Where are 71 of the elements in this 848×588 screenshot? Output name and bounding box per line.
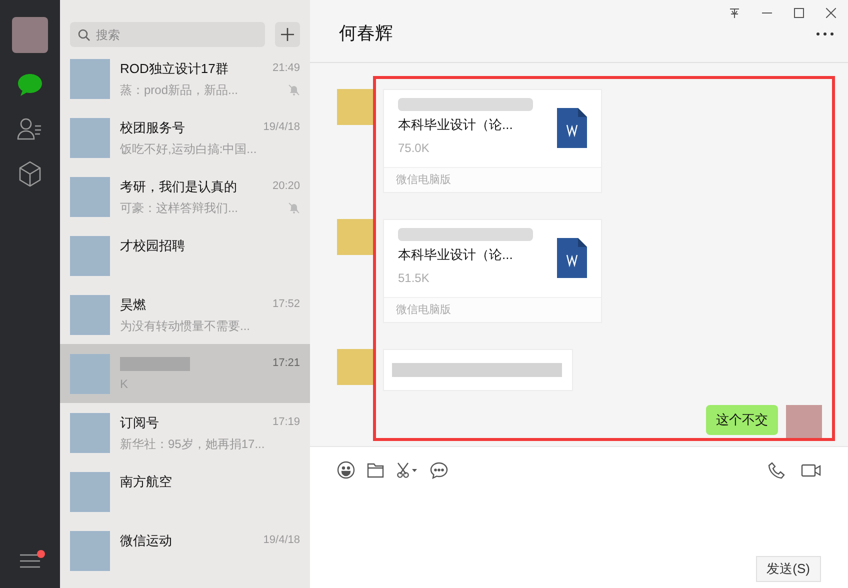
avatar xyxy=(337,219,373,255)
more-icon[interactable] xyxy=(816,32,834,36)
avatar xyxy=(337,349,373,385)
scissors-icon[interactable] xyxy=(396,462,418,478)
chat-list-item[interactable]: 考研，我们是认真的 20:20 可豪：这样答辩我们... xyxy=(60,167,310,226)
emoji-icon[interactable] xyxy=(337,461,355,479)
avatar xyxy=(70,236,110,276)
chat-list-item[interactable]: 南方航空 xyxy=(60,462,310,521)
word-document-icon xyxy=(557,238,587,278)
time: 20:20 xyxy=(272,179,300,194)
time: 21:49 xyxy=(272,61,300,76)
close-icon[interactable] xyxy=(826,8,836,18)
chat-name: 微信运动 xyxy=(120,532,172,550)
search-icon xyxy=(78,29,90,41)
file-name: 本科毕业设计（论... xyxy=(398,246,514,264)
menu-icon[interactable] xyxy=(20,554,40,568)
maximize-icon[interactable] xyxy=(794,8,804,18)
folder-icon[interactable] xyxy=(367,462,384,478)
chat-list-item[interactable]: 订阅号 17:19 新华社：95岁，她再捐17... xyxy=(60,403,310,462)
time: 19/4/18 xyxy=(263,120,300,136)
chat-icon[interactable] xyxy=(17,73,43,97)
avatar xyxy=(70,118,110,158)
chat-list-item[interactable]: ROD独立设计17群 21:49 蒸：prod新品，新品... xyxy=(60,49,310,108)
chat-name: 昊燃 xyxy=(120,296,146,314)
avatar xyxy=(70,354,110,394)
avatar xyxy=(786,405,822,441)
chat-bubble-icon[interactable] xyxy=(430,462,448,478)
chat-name: 校团服务号 xyxy=(120,118,185,137)
chat-list-item[interactable]: 校团服务号 19/4/18 饭吃不好,运动白搞:中国... xyxy=(60,108,310,167)
blurred-name xyxy=(120,356,190,370)
file-name: 本科毕业设计（论... xyxy=(398,116,514,134)
chat-list-item[interactable]: 才校园招聘 xyxy=(60,226,310,285)
chat-list-item[interactable]: 微信运动 19/4/18 xyxy=(60,521,310,580)
chat-name: 订阅号 xyxy=(120,414,159,432)
chat-title: 何春辉 xyxy=(339,22,393,45)
pin-icon[interactable] xyxy=(729,8,740,18)
avatar xyxy=(70,58,110,98)
chat-name: ROD独立设计17群 xyxy=(120,60,228,78)
time: 17:21 xyxy=(272,356,300,372)
chat-list-item[interactable]: 昊燃 17:52 为没有转动惯量不需要... xyxy=(60,285,310,344)
message-preview: 可豪：这样答辩我们... xyxy=(120,200,238,218)
video-camera-icon[interactable] xyxy=(801,464,821,476)
time: 17:19 xyxy=(272,415,300,430)
phone-icon[interactable] xyxy=(768,462,785,478)
chat-name: 考研，我们是认真的 xyxy=(120,178,237,196)
avatar xyxy=(70,176,110,216)
message-preview: 蒸：prod新品，新品... xyxy=(120,82,238,100)
time: 17:52 xyxy=(272,297,300,312)
message-preview: 为没有转动惯量不需要... xyxy=(120,318,250,336)
file-size: 51.5K xyxy=(398,270,430,286)
plus-icon xyxy=(281,28,294,41)
add-button[interactable] xyxy=(275,22,300,47)
contacts-icon[interactable] xyxy=(17,117,43,141)
sent-message: 这个不交 xyxy=(706,405,778,435)
file-size: 75.0K xyxy=(398,140,430,156)
file-card[interactable]: 本科毕业设计（论... 75.0K 微信电脑版 xyxy=(383,89,602,193)
send-button[interactable]: 发送(S) xyxy=(756,556,821,582)
message-preview: 新华社：95岁，她再捐17... xyxy=(120,436,265,454)
search-field[interactable]: 搜索 xyxy=(70,22,265,47)
word-document-icon xyxy=(557,108,587,148)
avatar xyxy=(70,294,110,334)
time: 19/4/18 xyxy=(263,533,300,548)
avatar xyxy=(337,89,373,125)
message-preview: 饭吃不好,运动白搞:中国... xyxy=(120,141,257,158)
avatar xyxy=(70,472,110,512)
file-card[interactable]: 本科毕业设计（论... 51.5K 微信电脑版 xyxy=(383,219,602,323)
chat-name: 南方航空 xyxy=(120,472,172,491)
avatar xyxy=(70,412,110,452)
avatar xyxy=(70,530,110,570)
cube-icon[interactable] xyxy=(18,161,42,187)
chat-name: 才校园招聘 xyxy=(120,236,185,255)
